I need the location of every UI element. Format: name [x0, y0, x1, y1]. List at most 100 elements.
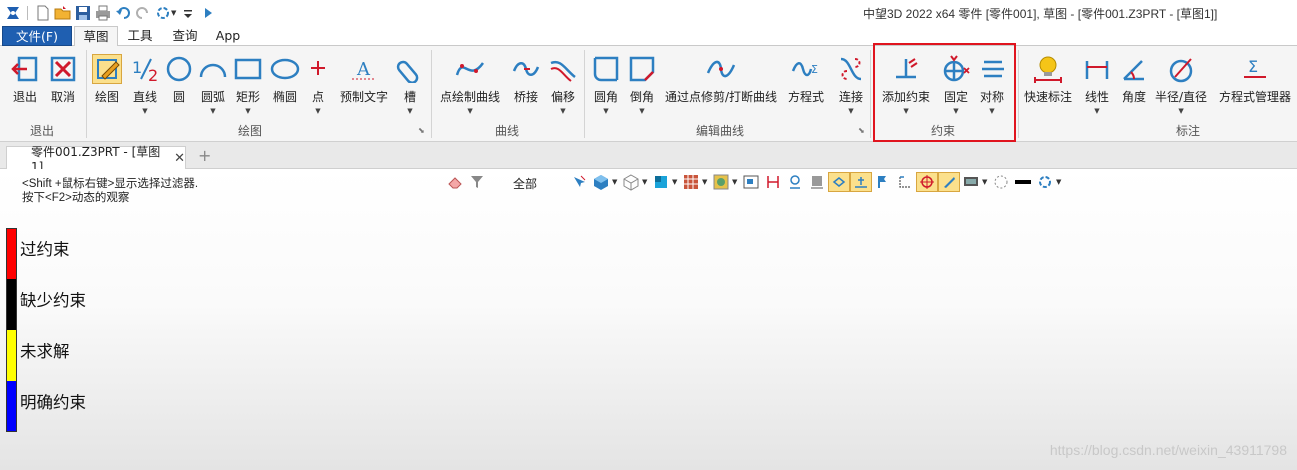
equation-curve-icon: Σ: [791, 54, 821, 84]
rect-button[interactable]: 矩形 ▼: [233, 54, 263, 116]
chevron-down-icon[interactable]: ▼: [1178, 107, 1183, 116]
chevron-down-icon[interactable]: ▼: [612, 178, 620, 186]
exit-button[interactable]: 退出: [10, 54, 40, 105]
monitor-icon[interactable]: [960, 172, 982, 192]
fillet-button[interactable]: 圆角 ▼: [591, 54, 621, 116]
chevron-down-icon[interactable]: ▼: [315, 107, 320, 116]
constraint-group-highlight: [873, 43, 1016, 142]
dimension-display-icon[interactable]: [762, 172, 784, 192]
shaded-cube-icon[interactable]: [590, 172, 612, 192]
sigma-icon: Σ: [1240, 54, 1270, 84]
slot-button[interactable]: 槽 ▼: [395, 54, 425, 116]
pen-toggle-icon[interactable]: [938, 172, 960, 192]
connect-icon: [836, 54, 866, 84]
trim-button[interactable]: 通过点修剪/打断曲线: [665, 54, 777, 105]
chevron-down-icon[interactable]: ▼: [603, 107, 608, 116]
dialog-launcher-icon[interactable]: ⬊: [858, 126, 865, 135]
chevron-down-icon[interactable]: ▼: [672, 178, 680, 186]
dashed-circle-icon[interactable]: [990, 172, 1012, 192]
rectangle-icon: [233, 54, 263, 84]
linear-dim-button[interactable]: 线性 ▼: [1082, 54, 1112, 116]
equation-button[interactable]: Σ 方程式: [788, 54, 824, 105]
print-icon[interactable]: [94, 4, 111, 21]
svg-text:2: 2: [148, 66, 158, 83]
play-icon[interactable]: [199, 4, 216, 21]
filter-icon[interactable]: [466, 172, 488, 192]
angle-dim-button[interactable]: 角度: [1119, 54, 1149, 105]
chevron-down-icon[interactable]: ▼: [210, 107, 215, 116]
chevron-down-icon[interactable]: ▼: [407, 107, 412, 116]
chevron-down-icon[interactable]: ▼: [560, 107, 565, 116]
new-file-icon[interactable]: [34, 4, 51, 21]
selection-filter-value[interactable]: 全部: [513, 175, 537, 192]
file-menu[interactable]: 文件(F): [2, 26, 72, 46]
chevron-down-icon[interactable]: ▼: [1094, 107, 1099, 116]
point-curve-button[interactable]: 点绘制曲线 ▼: [440, 54, 500, 116]
refresh-icon[interactable]: [1034, 172, 1056, 192]
tab-tools[interactable]: 工具: [120, 26, 160, 46]
render-mode-icon[interactable]: [710, 172, 732, 192]
eraser-icon[interactable]: [444, 172, 466, 192]
document-tab[interactable]: 零件001.Z3PRT - [草图1] ✕: [6, 145, 186, 174]
view-orientation-icon[interactable]: [650, 172, 672, 192]
circle-button[interactable]: 圆: [164, 54, 194, 105]
tab-app[interactable]: App: [209, 26, 247, 46]
point-button[interactable]: 点 ▼: [303, 54, 333, 116]
cancel-button[interactable]: 取消: [48, 54, 78, 105]
equation-manager-button[interactable]: Σ 方程式管理器: [1219, 54, 1291, 105]
quick-dim-button[interactable]: 快速标注: [1024, 54, 1072, 105]
ellipse-button[interactable]: 椭圆: [270, 54, 300, 105]
sketch-viewport[interactable]: <Shift +鼠标右键>显示选择过滤器. 按下<F2>动态的观察 全部 ▼ ▼…: [0, 169, 1297, 470]
bridge-button[interactable]: 桥接: [511, 54, 541, 105]
dialog-launcher-icon[interactable]: ⬊: [418, 126, 425, 135]
chevron-down-icon[interactable]: ▼: [732, 178, 740, 186]
chevron-down-icon[interactable]: ▼: [642, 178, 650, 186]
select-icon[interactable]: [568, 172, 590, 192]
ribbon: 退出 取消 退出 绘图 12 直线 ▼ 圆 圆弧 ▼ 矩形 ▼ 椭圆 点 ▼ A…: [0, 46, 1297, 142]
tab-sketch[interactable]: 草图: [74, 26, 118, 47]
zoom-fit-icon[interactable]: [740, 172, 762, 192]
radius-dim-icon: [1166, 54, 1196, 84]
redo-icon[interactable]: [134, 4, 151, 21]
wireframe-cube-icon[interactable]: [620, 172, 642, 192]
legend-label-under: 缺少约束: [20, 291, 86, 310]
chevron-down-icon[interactable]: ▼: [848, 107, 853, 116]
arc-button[interactable]: 圆弧 ▼: [198, 54, 228, 116]
add-tab-icon[interactable]: +: [198, 146, 211, 165]
close-icon[interactable]: ✕: [174, 151, 185, 166]
chevron-down-icon[interactable]: ▼: [245, 107, 250, 116]
radius-dim-button[interactable]: 半径/直径 ▼: [1155, 54, 1207, 116]
open-folder-icon[interactable]: [54, 4, 71, 21]
preset-text-button[interactable]: A 预制文字: [340, 54, 388, 105]
tab-query[interactable]: 查询: [163, 26, 207, 46]
offset-button[interactable]: 偏移 ▼: [548, 54, 578, 116]
curvature-toggle-icon[interactable]: [828, 172, 850, 192]
chevron-down-icon[interactable]: ▼: [171, 9, 176, 17]
axis-icon[interactable]: [894, 172, 916, 192]
legend-frame: [6, 228, 17, 432]
chevron-down-icon[interactable]: ▼: [982, 178, 990, 186]
customize-icon[interactable]: [179, 4, 196, 21]
app-logo-icon[interactable]: [4, 4, 21, 21]
hint-f2: 按下<F2>动态的观察: [22, 192, 130, 204]
relation-toggle-icon[interactable]: [850, 172, 872, 192]
chevron-down-icon[interactable]: ▼: [1056, 178, 1064, 186]
target-toggle-icon[interactable]: [916, 172, 938, 192]
draw-button[interactable]: 绘图: [92, 54, 122, 105]
connect-button[interactable]: 连接 ▼: [836, 54, 866, 116]
svg-text:Σ: Σ: [1248, 57, 1258, 76]
chevron-down-icon[interactable]: ▼: [702, 178, 710, 186]
regen-icon[interactable]: [154, 4, 171, 21]
chevron-down-icon[interactable]: ▼: [467, 107, 472, 116]
undo-icon[interactable]: [114, 4, 131, 21]
chevron-down-icon[interactable]: ▼: [639, 107, 644, 116]
line-button[interactable]: 12 直线 ▼: [130, 54, 160, 116]
flag-icon[interactable]: [872, 172, 894, 192]
bar-display-icon[interactable]: [806, 172, 828, 192]
grid-icon[interactable]: [680, 172, 702, 192]
chamfer-button[interactable]: 倒角 ▼: [627, 54, 657, 116]
chevron-down-icon[interactable]: ▼: [142, 107, 147, 116]
save-icon[interactable]: [74, 4, 91, 21]
line-weight-icon[interactable]: [1012, 172, 1034, 192]
constraint-display-icon[interactable]: [784, 172, 806, 192]
